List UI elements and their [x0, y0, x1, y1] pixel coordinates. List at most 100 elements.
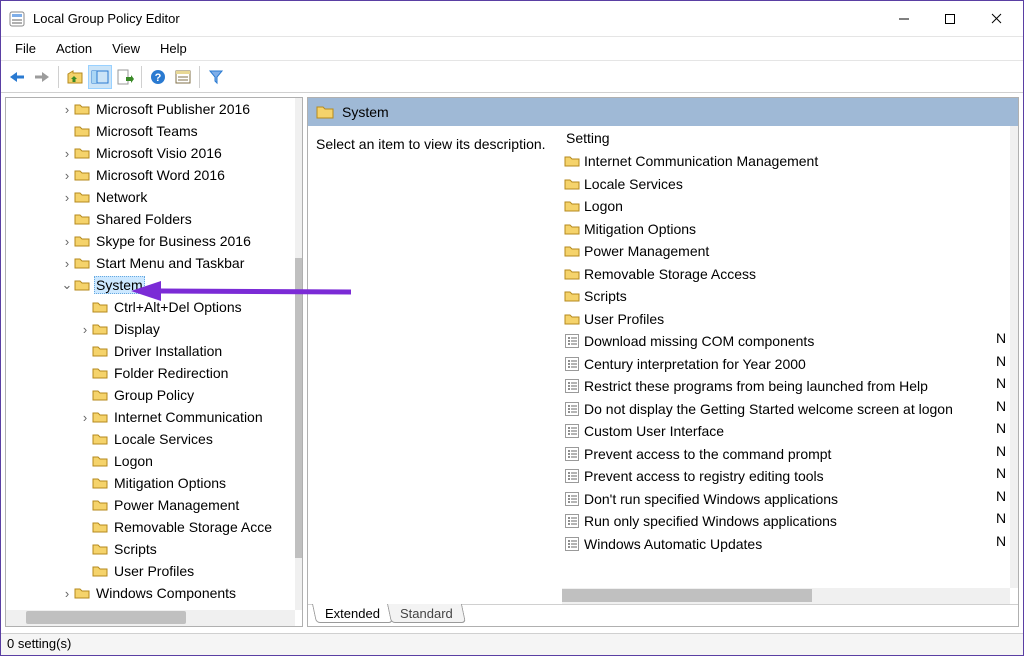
tree-item[interactable]: Mitigation Options: [6, 472, 295, 494]
menu-view[interactable]: View: [102, 39, 150, 58]
close-button[interactable]: [973, 4, 1019, 34]
tab-standard[interactable]: Standard: [387, 604, 466, 623]
tree-item[interactable]: › Network: [6, 186, 295, 208]
list-body[interactable]: Internet Communication ManagementLocale …: [562, 150, 1010, 586]
policy-icon: [564, 333, 580, 349]
tree-horizontal-scrollbar[interactable]: [6, 610, 295, 626]
expand-collapse-icon[interactable]: ›: [78, 322, 92, 337]
expand-collapse-icon[interactable]: ⌄: [60, 277, 74, 293]
tree-item[interactable]: ⌄System: [6, 274, 295, 296]
list-row[interactable]: Scripts: [562, 285, 1010, 308]
list-row[interactable]: Prevent access to the command prompt: [562, 443, 1010, 466]
list-row[interactable]: Internet Communication Management: [562, 150, 1010, 173]
forward-button[interactable]: [30, 65, 54, 89]
tree-item[interactable]: Locale Services: [6, 428, 295, 450]
tree-pane: ›Microsoft Publisher 2016Microsoft Teams…: [5, 97, 303, 627]
list-row[interactable]: User Profiles: [562, 308, 1010, 331]
tree-item[interactable]: ›Start Menu and Taskbar: [6, 252, 295, 274]
help-button[interactable]: ?: [146, 65, 170, 89]
list-row[interactable]: Do not display the Getting Started welco…: [562, 398, 1010, 421]
tree-item[interactable]: ›Windows Components: [6, 582, 295, 604]
show-hide-tree-button[interactable]: [88, 65, 112, 89]
list-item-label: User Profiles: [584, 311, 664, 327]
tree-item-label: Skype for Business 2016: [94, 233, 253, 249]
tree-item-label: Locale Services: [112, 431, 215, 447]
tree-item[interactable]: User Profiles: [6, 560, 295, 582]
filter-button[interactable]: [204, 65, 228, 89]
tree-item-label: Network: [94, 189, 149, 205]
policy-settings-button[interactable]: [171, 65, 195, 89]
tree-item[interactable]: ›Display: [6, 318, 295, 340]
tree-item[interactable]: Ctrl+Alt+Del Options: [6, 296, 295, 318]
minimize-button[interactable]: [881, 4, 927, 34]
list-row[interactable]: Windows Automatic Updates: [562, 533, 1010, 556]
tab-extended[interactable]: Extended: [312, 604, 393, 623]
tree-vertical-scrollbar[interactable]: [295, 98, 302, 610]
tree-item[interactable]: Folder Redirection: [6, 362, 295, 384]
expand-collapse-icon[interactable]: ›: [60, 168, 74, 183]
folder-icon: [92, 453, 108, 469]
list-item-label: Restrict these programs from being launc…: [584, 378, 928, 394]
menu-help[interactable]: Help: [150, 39, 197, 58]
list-row[interactable]: Mitigation Options: [562, 218, 1010, 241]
folder-icon: [92, 343, 108, 359]
list-row[interactable]: Logon: [562, 195, 1010, 218]
list-row[interactable]: Removable Storage Access: [562, 263, 1010, 286]
tree-item[interactable]: Removable Storage Acce: [6, 516, 295, 538]
app-icon: [9, 11, 25, 27]
tree-item[interactable]: Driver Installation: [6, 340, 295, 362]
tree-item[interactable]: Power Management: [6, 494, 295, 516]
list-vertical-scrollbar[interactable]: [1010, 126, 1018, 588]
folder-icon: [92, 563, 108, 579]
tree-item[interactable]: ›Microsoft Visio 2016: [6, 142, 295, 164]
list-row[interactable]: Run only specified Windows applications: [562, 510, 1010, 533]
tree-item[interactable]: ›Microsoft Publisher 2016: [6, 98, 295, 120]
menu-file[interactable]: File: [5, 39, 46, 58]
tree-item[interactable]: Microsoft Teams: [6, 120, 295, 142]
expand-collapse-icon[interactable]: ›: [78, 410, 92, 425]
list-item-state: [996, 150, 1008, 173]
tree-item[interactable]: ›Internet Communication: [6, 406, 295, 428]
list-row[interactable]: Don't run specified Windows applications: [562, 488, 1010, 511]
list-row[interactable]: Restrict these programs from being launc…: [562, 375, 1010, 398]
expand-collapse-icon[interactable]: ›: [60, 102, 74, 117]
tree-item[interactable]: Group Policy: [6, 384, 295, 406]
list-item-label: Power Management: [584, 243, 709, 259]
tree-item[interactable]: Scripts: [6, 538, 295, 560]
back-button[interactable]: [5, 65, 29, 89]
list-row[interactable]: Century interpretation for Year 2000: [562, 353, 1010, 376]
list-item-label: Prevent access to registry editing tools: [584, 468, 824, 484]
expand-collapse-icon[interactable]: ›: [60, 146, 74, 161]
tree-item-label: Microsoft Word 2016: [94, 167, 227, 183]
folder-icon: [564, 288, 580, 304]
list-item-state: N: [996, 510, 1008, 533]
up-one-level-button[interactable]: [63, 65, 87, 89]
expand-collapse-icon[interactable]: ›: [60, 256, 74, 271]
list-row[interactable]: Custom User Interface: [562, 420, 1010, 443]
column-setting[interactable]: Setting: [562, 126, 1018, 150]
tree-item[interactable]: Shared Folders: [6, 208, 295, 230]
list-row[interactable]: Power Management: [562, 240, 1010, 263]
tree-item[interactable]: Logon: [6, 450, 295, 472]
list-row[interactable]: Download missing COM components: [562, 330, 1010, 353]
list-row[interactable]: Locale Services: [562, 173, 1010, 196]
tree-item-label: Shared Folders: [94, 211, 194, 227]
list-row[interactable]: Prevent access to registry editing tools: [562, 465, 1010, 488]
export-list-button[interactable]: [113, 65, 137, 89]
list-horizontal-scrollbar[interactable]: [562, 588, 1010, 604]
toolbar: ?: [1, 61, 1023, 93]
menu-action[interactable]: Action: [46, 39, 102, 58]
tree-item[interactable]: › Microsoft Word 2016: [6, 164, 295, 186]
expand-collapse-icon[interactable]: ›: [60, 234, 74, 249]
folder-icon: [92, 365, 108, 381]
tree-view[interactable]: ›Microsoft Publisher 2016Microsoft Teams…: [6, 98, 295, 610]
list-item-label: Do not display the Getting Started welco…: [584, 401, 953, 417]
toolbar-separator: [199, 66, 200, 88]
expand-collapse-icon[interactable]: ›: [60, 586, 74, 601]
tree-item[interactable]: › Skype for Business 2016: [6, 230, 295, 252]
settings-list: Setting Internet Communication Managemen…: [562, 126, 1018, 604]
folder-icon: [564, 311, 580, 327]
maximize-button[interactable]: [927, 4, 973, 34]
folder-icon: [92, 431, 108, 447]
expand-collapse-icon[interactable]: ›: [60, 190, 74, 205]
